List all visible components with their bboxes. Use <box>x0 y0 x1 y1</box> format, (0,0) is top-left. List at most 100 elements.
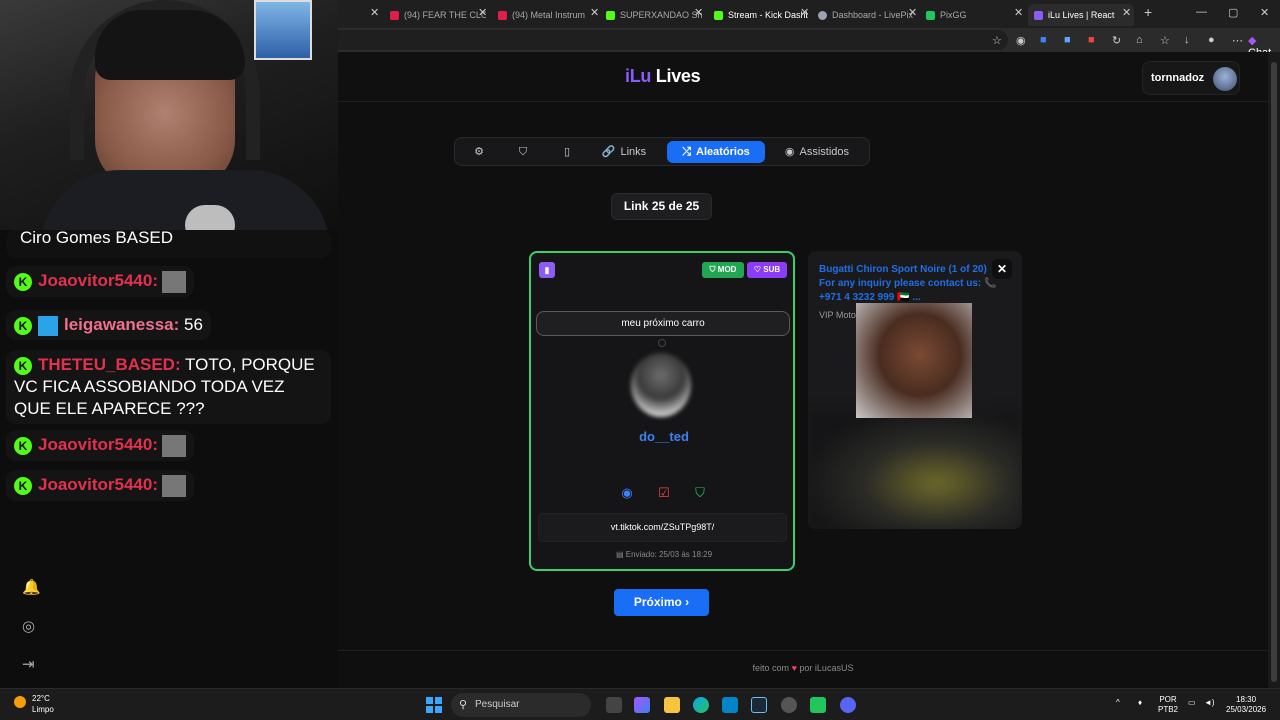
taskbar: 22°C Limpo ⚲ Pesquisar ^ ♦ POR PTB2 ▭ ◄) 18… <box>0 688 1280 720</box>
task-view-icon[interactable] <box>606 697 622 713</box>
obs-icon[interactable] <box>781 697 797 713</box>
help-icon[interactable]: ◎ <box>22 617 40 635</box>
browser-tab-bar: ✕ (94) FEAR THE CLO ✕ (94) Metal Instrum… <box>338 0 1280 28</box>
close-tab-icon[interactable]: ✕ <box>1014 6 1023 19</box>
file-explorer-icon[interactable] <box>664 697 680 713</box>
copilot-icon[interactable] <box>634 697 650 713</box>
tab-moderation[interactable]: ⛉ <box>507 141 539 163</box>
app-logo[interactable]: iLu Lives <box>625 66 701 87</box>
tab-random[interactable]: ⤮ Aleatórios <box>667 141 765 163</box>
emote-icon <box>162 270 186 293</box>
close-tab-icon[interactable]: ✕ <box>1122 6 1131 19</box>
star-icon[interactable]: ☆ <box>992 34 1002 47</box>
download-icon[interactable]: ↓ <box>1184 34 1190 46</box>
edge-icon[interactable] <box>693 697 709 713</box>
chevron-up-icon[interactable]: ^ <box>1116 698 1120 708</box>
start-icon[interactable] <box>426 697 442 713</box>
chat-message: Ciro Gomes BASED <box>6 228 331 258</box>
scrollbar[interactable] <box>1268 52 1280 688</box>
mic-icon[interactable]: ♦ <box>1138 698 1142 708</box>
bell-icon[interactable]: 🔔 <box>22 578 41 596</box>
browser-tab[interactable]: (94) Metal Instrum <box>498 4 596 26</box>
chat-message: K Joaovitor5440: <box>6 266 194 297</box>
eye-icon[interactable]: ◉ <box>619 485 635 501</box>
kick-badge-icon: K <box>14 356 32 375</box>
search-input[interactable]: ⚲ Pesquisar <box>451 693 591 717</box>
tab-settings[interactable]: ⚙ <box>463 141 495 163</box>
puzzle-icon[interactable]: ⌂ <box>1136 34 1143 46</box>
browser-tab[interactable]: PixGG <box>926 4 1026 26</box>
app-icon[interactable] <box>810 697 826 713</box>
connector-dot <box>658 339 666 347</box>
tab-watched[interactable]: ◉ Assistidos <box>775 141 859 163</box>
chat-username: leigawanessa: <box>64 315 180 334</box>
sub-badge: ♡ SUB <box>747 262 787 278</box>
chat-message: Kleigawanessa: 56 <box>6 310 211 340</box>
close-tab-icon[interactable]: ✕ <box>590 6 599 19</box>
user-menu[interactable]: tornnadoz <box>1142 61 1240 95</box>
clock[interactable]: 18:30 25/03/2026 <box>1226 695 1266 715</box>
kick-badge-icon: K <box>14 272 32 291</box>
shield-icon[interactable]: ⛉ <box>692 485 708 501</box>
new-tab-icon[interactable]: + <box>1144 4 1152 20</box>
scrollbar-thumb[interactable] <box>1271 62 1277 682</box>
link-message: meu próximo carro <box>536 311 790 336</box>
translate-icon[interactable]: ■ <box>1064 34 1071 46</box>
extension-icon[interactable]: ■ <box>1088 34 1095 46</box>
menu-icon[interactable]: ⋯ <box>1232 34 1243 47</box>
extension-icon[interactable]: ◉ <box>1016 34 1026 47</box>
link-counter: Link 25 de 25 <box>611 193 712 220</box>
calendar-icon: ▤ <box>615 550 624 559</box>
browser-tab[interactable]: Stream - Kick Dashb <box>714 4 808 26</box>
minimize-icon[interactable]: — <box>1196 6 1207 18</box>
browser-tab[interactable]: SUPERXANDAO Sh <box>606 4 706 26</box>
close-icon[interactable]: ✕ <box>992 259 1012 279</box>
next-button[interactable]: Próximo › <box>614 589 709 616</box>
refresh-extension-icon[interactable]: ↻ <box>1112 34 1121 47</box>
browser-tab[interactable]: (94) FEAR THE CLO <box>390 4 486 26</box>
favorites-icon[interactable]: ☆ <box>1160 34 1170 47</box>
shuffle-icon: ⤮ <box>682 146 691 158</box>
steam-icon[interactable] <box>751 697 767 713</box>
browser-toolbar: ☆ ◉ ■ ■ ■ ↻ ⌂ ☆ ↓ ● ⋯ ◆ Chat <box>338 28 1280 59</box>
check-square-icon[interactable]: ☑ <box>656 485 672 501</box>
verified-icon <box>38 315 58 336</box>
preview-title[interactable]: Bugatti Chiron Sport Noire (1 of 20) For… <box>819 263 999 305</box>
language-indicator[interactable]: POR PTB2 <box>1158 695 1178 715</box>
sender-name[interactable]: do__ted <box>531 429 797 444</box>
link-url[interactable]: vt.tiktok.com/ZSuTPg98T/ <box>538 513 787 542</box>
preview-image <box>856 303 972 418</box>
tabs-bar: ⚙ ⛉ ▯ 🔗 Links ⤮ Aleatórios ◉ Assistidos <box>454 137 870 166</box>
speaker-icon[interactable]: ◄) <box>1204 698 1215 708</box>
close-window-icon[interactable]: ✕ <box>1260 6 1269 19</box>
profile-icon[interactable]: ● <box>1208 34 1215 46</box>
link-preview: Bugatti Chiron Sport Noire (1 of 20) For… <box>808 251 1022 529</box>
avatar <box>1213 67 1237 91</box>
footer: feito com ♥ por iLucasUS <box>338 650 1268 688</box>
display-icon[interactable]: ▭ <box>1188 698 1196 708</box>
chat-username: THETEU_BASED: <box>38 355 181 374</box>
store-icon[interactable] <box>722 697 738 713</box>
close-tab-icon[interactable]: ✕ <box>478 6 487 19</box>
logout-icon[interactable]: ⇥ <box>22 655 40 673</box>
browser-tab[interactable]: Dashboard - LivePix <box>818 4 918 26</box>
tab-links[interactable]: 🔗 Links <box>597 141 651 163</box>
browser-tab-active[interactable]: iLu Lives | React <box>1028 4 1134 26</box>
discord-icon[interactable] <box>840 697 856 713</box>
close-tab-icon[interactable]: ✕ <box>370 6 379 19</box>
close-tab-icon[interactable]: ✕ <box>800 6 809 19</box>
chat-text: 56 <box>184 315 203 334</box>
ilu-icon <box>1034 11 1043 21</box>
link-card: ▮ ⛉ MOD ♡ SUB meu próximo carro do__ted … <box>529 251 795 571</box>
youtube-icon <box>498 11 507 21</box>
maximize-icon[interactable]: ▢ <box>1228 6 1238 19</box>
shield-extension-icon[interactable]: ■ <box>1040 34 1047 46</box>
bookmark-icon: ▯ <box>563 146 571 158</box>
tab-saved[interactable]: ▯ <box>551 141 583 163</box>
close-tab-icon[interactable]: ✕ <box>694 6 703 19</box>
app-header: iLu Lives tornnadoz <box>338 52 1268 102</box>
address-bar[interactable] <box>338 30 1008 50</box>
close-tab-icon[interactable]: ✕ <box>908 6 917 19</box>
weather-widget[interactable]: 22°C Limpo <box>14 693 54 715</box>
kick-badge-icon: K <box>14 316 32 335</box>
